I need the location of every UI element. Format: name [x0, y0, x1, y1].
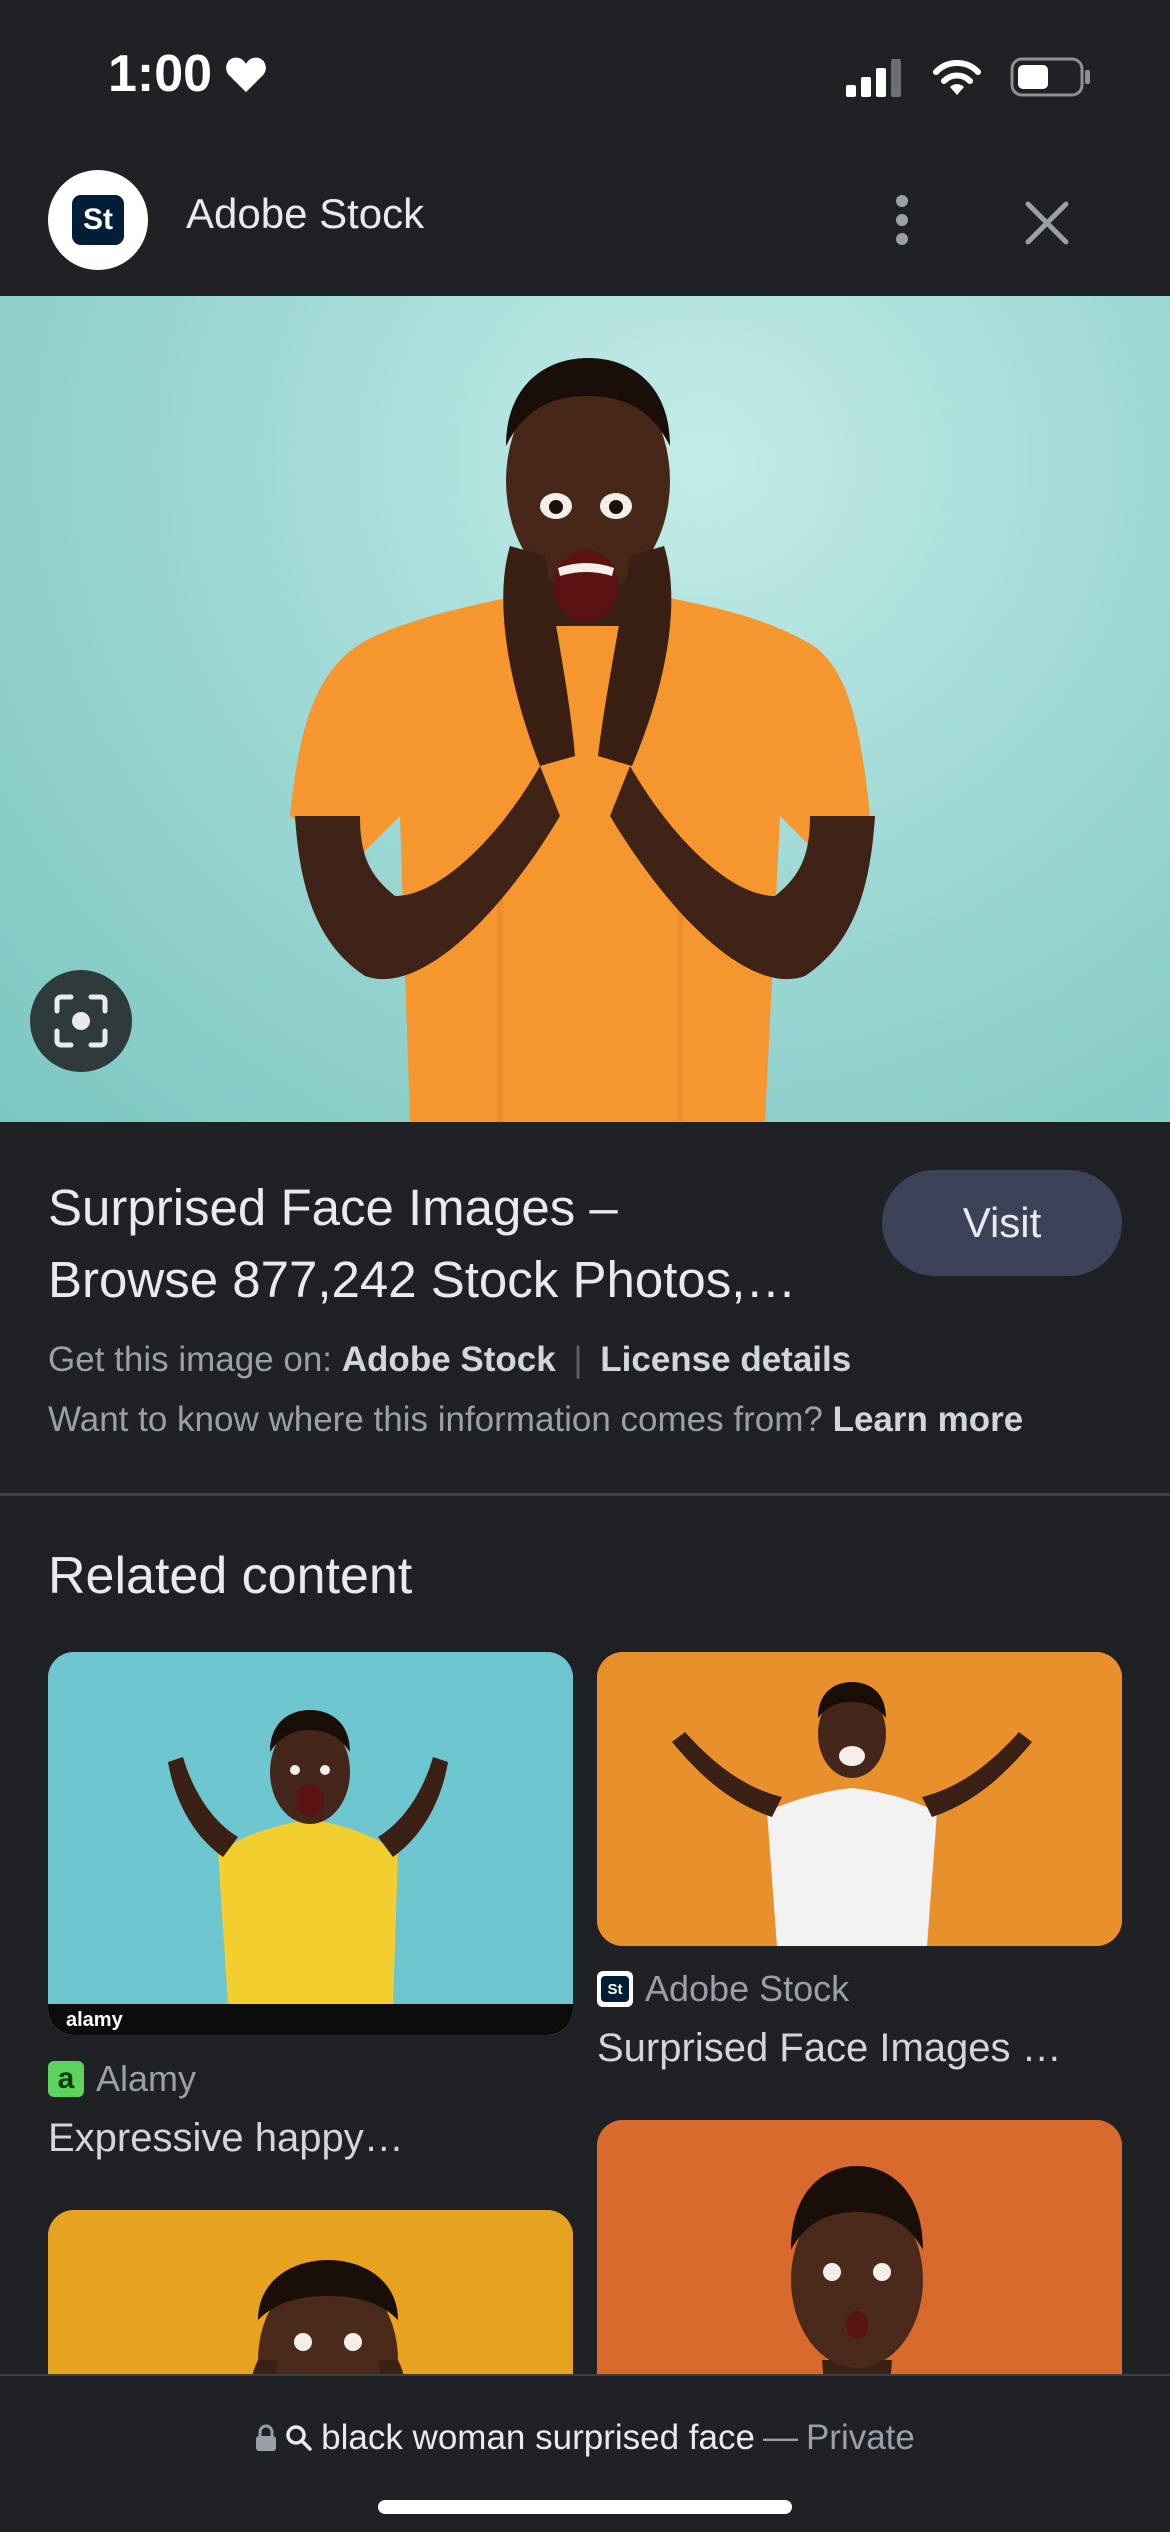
wifi-icon — [933, 60, 981, 95]
more-options-button[interactable] — [872, 180, 932, 260]
related-image-alamy[interactable]: alamy — [48, 1652, 573, 2035]
related-image-alamy-photo: alamy — [48, 1652, 573, 2035]
related-card-meta-adobe: St Adobe Stock — [597, 1968, 849, 2010]
close-icon — [1025, 201, 1069, 245]
private-dash: — — [762, 2418, 798, 2457]
info-source-line: Want to know where this information come… — [48, 1400, 1023, 1440]
source-title[interactable]: Adobe Stock — [186, 190, 424, 238]
related-content-heading: Related content — [48, 1547, 413, 1605]
close-button[interactable] — [1010, 186, 1084, 260]
status-time: 1:00 — [108, 44, 268, 104]
cellular-signal-icon — [846, 59, 901, 97]
result-title-line2: Browse 877,242 Stock Photos,… — [48, 1251, 797, 1308]
search-query-bar[interactable]: black woman surprised face — Private — [0, 2418, 1170, 2458]
get-image-source-link[interactable]: Adobe Stock — [342, 1340, 556, 1379]
adobe-stock-favicon-text: St — [601, 1976, 629, 2002]
status-icons — [846, 56, 1092, 98]
surprised-man-photo — [290, 358, 875, 1122]
private-label: Private — [805, 2418, 915, 2457]
related-card-title[interactable]: Expressive happy… — [48, 2116, 404, 2161]
adobe-stock-logo-text: St — [72, 195, 124, 245]
search-query-text: black woman surprised face — [321, 2418, 755, 2457]
viewer-header: St Adobe Stock — [0, 150, 1170, 296]
google-lens-button[interactable] — [30, 970, 132, 1072]
related-card-source: Alamy — [96, 2058, 197, 2099]
result-title[interactable]: Surprised Face Images – Browse 877,242 S… — [48, 1172, 848, 1316]
battery-icon — [1010, 57, 1090, 97]
related-image-adobe-photo — [597, 1652, 1122, 1946]
get-image-line: Get this image on: Adobe Stock | License… — [48, 1340, 851, 1380]
home-indicator[interactable] — [378, 2500, 792, 2514]
adobe-stock-favicon-icon: St — [597, 1971, 633, 2007]
where-info-text: Want to know where this information come… — [48, 1400, 823, 1439]
search-icon — [286, 2425, 312, 2451]
alamy-watermark-logo: alamy — [66, 2009, 124, 2031]
related-image-adobe-stock[interactable] — [597, 1652, 1122, 1946]
related-card-source: Adobe Stock — [645, 1968, 850, 2009]
result-title-line1: Surprised Face Images – — [48, 1179, 618, 1236]
related-card-meta-alamy: a Alamy — [48, 2058, 196, 2100]
browser-bottom-bar: black woman surprised face — Private — [0, 2374, 1170, 2532]
related-card-title[interactable]: Surprised Face Images … — [597, 2026, 1062, 2071]
main-image[interactable] — [0, 296, 1170, 1122]
more-vert-icon — [896, 195, 908, 245]
section-divider — [0, 1493, 1170, 1496]
info-separator: | — [573, 1340, 583, 1379]
heart-icon — [226, 57, 266, 93]
adobe-stock-logo[interactable]: St — [48, 170, 148, 270]
alamy-favicon-icon: a — [48, 2061, 84, 2097]
get-image-prefix: Get this image on: — [48, 1340, 333, 1379]
license-details-link[interactable]: License details — [600, 1340, 851, 1379]
learn-more-link[interactable]: Learn more — [833, 1400, 1024, 1439]
visit-button[interactable]: Visit — [882, 1170, 1122, 1276]
lens-icon — [54, 994, 108, 1048]
lock-icon — [256, 2424, 277, 2451]
status-time-text: 1:00 — [108, 45, 213, 103]
status-bar: 1:00 — [0, 0, 1170, 150]
